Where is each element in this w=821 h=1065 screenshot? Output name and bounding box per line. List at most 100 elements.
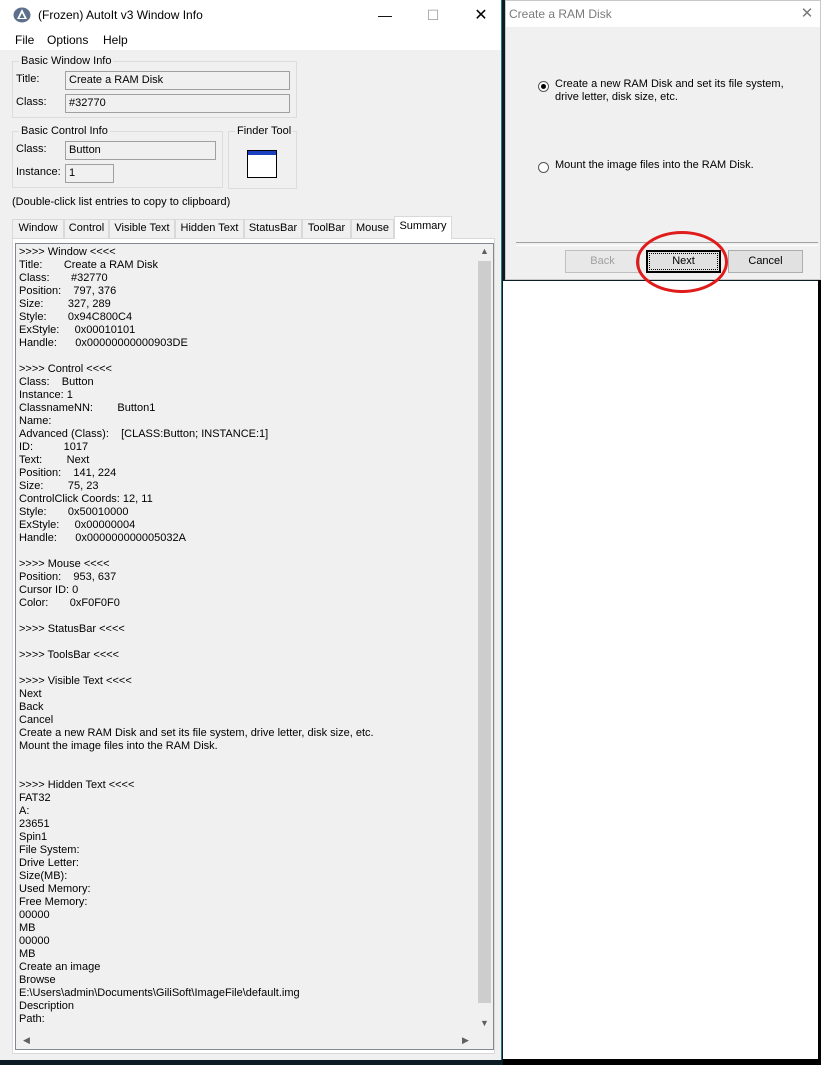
menu-options[interactable]: Options (47, 33, 88, 47)
summary-line[interactable]: Size(MB): (19, 870, 474, 883)
summary-line[interactable]: A: (19, 805, 474, 818)
scroll-thumb[interactable] (478, 261, 491, 1003)
summary-line[interactable]: Browse (19, 974, 474, 987)
horizontal-scrollbar[interactable]: ◀ ▶ (16, 1032, 476, 1049)
tab-toolbar[interactable]: ToolBar (302, 219, 351, 238)
summary-line[interactable]: ClassnameNN: Button1 (19, 402, 474, 415)
summary-line[interactable]: ExStyle: 0x00000004 (19, 519, 474, 532)
summary-line[interactable]: File System: (19, 844, 474, 857)
summary-line[interactable]: Instance: 1 (19, 389, 474, 402)
summary-line[interactable] (19, 753, 474, 766)
summary-line[interactable]: Style: 0x94C800C4 (19, 311, 474, 324)
close-button[interactable]: ✕ (458, 0, 504, 31)
option-create-row[interactable]: Create a new RAM Disk and set its file s… (538, 78, 805, 104)
tab-window[interactable]: Window (12, 219, 64, 238)
instance-field[interactable]: 1 (65, 164, 114, 183)
summary-line[interactable]: Next (19, 688, 474, 701)
summary-line[interactable]: ExStyle: 0x00010101 (19, 324, 474, 337)
ram-disk-titlebar[interactable]: Create a RAM Disk ✕ (506, 1, 820, 27)
scroll-up-icon[interactable]: ▲ (476, 246, 493, 256)
autoit-titlebar[interactable]: (Frozen) AutoIt v3 Window Info — ☐ ✕ (0, 0, 501, 31)
control-class-label: Class: (16, 143, 47, 155)
summary-line[interactable]: >>>> ToolsBar <<<< (19, 649, 474, 662)
option-mount-label: Mount the image files into the RAM Disk. (555, 159, 754, 171)
summary-line[interactable]: Drive Letter: (19, 857, 474, 870)
summary-line[interactable]: Size: 75, 23 (19, 480, 474, 493)
scrollbar-corner (476, 1032, 493, 1049)
summary-line[interactable]: Style: 0x50010000 (19, 506, 474, 519)
window-title-field[interactable]: Create a RAM Disk (65, 71, 290, 90)
minimize-button[interactable]: — (362, 0, 408, 31)
summary-line[interactable]: Mount the image files into the RAM Disk. (19, 740, 474, 753)
option-mount-radio[interactable] (538, 162, 549, 173)
menu-help[interactable]: Help (103, 33, 128, 47)
option-create-radio[interactable] (538, 81, 549, 92)
window-class-field[interactable]: #32770 (65, 94, 290, 113)
summary-line[interactable]: Position: 141, 224 (19, 467, 474, 480)
summary-line[interactable]: Handle: 0x00000000000903DE (19, 337, 474, 350)
summary-line[interactable]: Free Memory: (19, 896, 474, 909)
summary-line[interactable]: Class: Button (19, 376, 474, 389)
summary-line[interactable]: Advanced (Class): [CLASS:Button; INSTANC… (19, 428, 474, 441)
back-button[interactable]: Back (565, 250, 640, 273)
summary-line[interactable] (19, 766, 474, 779)
summary-line[interactable]: Class: #32770 (19, 272, 474, 285)
summary-line[interactable]: Create a new RAM Disk and set its file s… (19, 727, 474, 740)
menu-file[interactable]: File (15, 33, 34, 47)
summary-line[interactable]: MB (19, 948, 474, 961)
maximize-button[interactable]: ☐ (410, 0, 456, 31)
dialog-close-button[interactable]: ✕ (796, 4, 818, 24)
summary-line[interactable]: Name: (19, 415, 474, 428)
summary-line[interactable]: MB (19, 922, 474, 935)
summary-line[interactable]: Cursor ID: 0 (19, 584, 474, 597)
summary-line[interactable]: Color: 0xF0F0F0 (19, 597, 474, 610)
summary-line[interactable]: Size: 327, 289 (19, 298, 474, 311)
summary-line[interactable]: Cancel (19, 714, 474, 727)
summary-line[interactable]: >>>> Control <<<< (19, 363, 474, 376)
summary-line[interactable]: Create an image (19, 961, 474, 974)
summary-line[interactable]: Back (19, 701, 474, 714)
tab-visible-text[interactable]: Visible Text (109, 219, 175, 238)
tab-mouse[interactable]: Mouse (351, 219, 394, 238)
summary-line[interactable] (19, 610, 474, 623)
summary-line[interactable] (19, 350, 474, 363)
summary-line[interactable]: FAT32 (19, 792, 474, 805)
tab-statusbar[interactable]: StatusBar (244, 219, 302, 238)
summary-line[interactable]: Used Memory: (19, 883, 474, 896)
summary-line[interactable]: >>>> Mouse <<<< (19, 558, 474, 571)
summary-line[interactable] (19, 636, 474, 649)
scroll-left-icon[interactable]: ◀ (18, 1035, 35, 1046)
summary-line[interactable]: Title: Create a RAM Disk (19, 259, 474, 272)
control-class-field[interactable]: Button (65, 141, 216, 160)
summary-line[interactable]: Path: (19, 1013, 474, 1026)
next-button[interactable]: Next (646, 250, 721, 273)
summary-line[interactable] (19, 662, 474, 675)
summary-line[interactable]: Text: Next (19, 454, 474, 467)
cancel-button[interactable]: Cancel (728, 250, 803, 273)
tab-hidden-text[interactable]: Hidden Text (175, 219, 244, 238)
summary-line[interactable]: ID: 1017 (19, 441, 474, 454)
scroll-right-icon[interactable]: ▶ (457, 1035, 474, 1046)
summary-list[interactable]: >>>> Window <<<< Title: Create a RAM Disk… (15, 243, 494, 1050)
summary-line[interactable]: >>>> Window <<<< (19, 246, 474, 259)
vertical-scrollbar[interactable]: ▲ ▼ (476, 244, 493, 1032)
summary-line[interactable]: Description (19, 1000, 474, 1013)
finder-window-icon[interactable] (247, 150, 277, 178)
summary-line[interactable]: Handle: 0x000000000005032A (19, 532, 474, 545)
tab-control[interactable]: Control (64, 219, 109, 238)
summary-line[interactable]: 23651 (19, 818, 474, 831)
scroll-down-icon[interactable]: ▼ (476, 1018, 493, 1028)
summary-line[interactable]: >>>> Visible Text <<<< (19, 675, 474, 688)
summary-line[interactable]: E:\Users\admin\Documents\GiliSoft\ImageF… (19, 987, 474, 1000)
summary-line[interactable]: Position: 953, 637 (19, 571, 474, 584)
summary-line[interactable]: ControlClick Coords: 12, 11 (19, 493, 474, 506)
summary-line[interactable]: Spin1 (19, 831, 474, 844)
summary-line[interactable]: >>>> StatusBar <<<< (19, 623, 474, 636)
tab-summary[interactable]: Summary (394, 216, 452, 239)
summary-line[interactable] (19, 545, 474, 558)
summary-line[interactable]: 00000 (19, 935, 474, 948)
summary-line[interactable]: 00000 (19, 909, 474, 922)
summary-line[interactable]: Position: 797, 376 (19, 285, 474, 298)
option-mount-row[interactable]: Mount the image files into the RAM Disk. (538, 159, 805, 173)
summary-line[interactable]: >>>> Hidden Text <<<< (19, 779, 474, 792)
